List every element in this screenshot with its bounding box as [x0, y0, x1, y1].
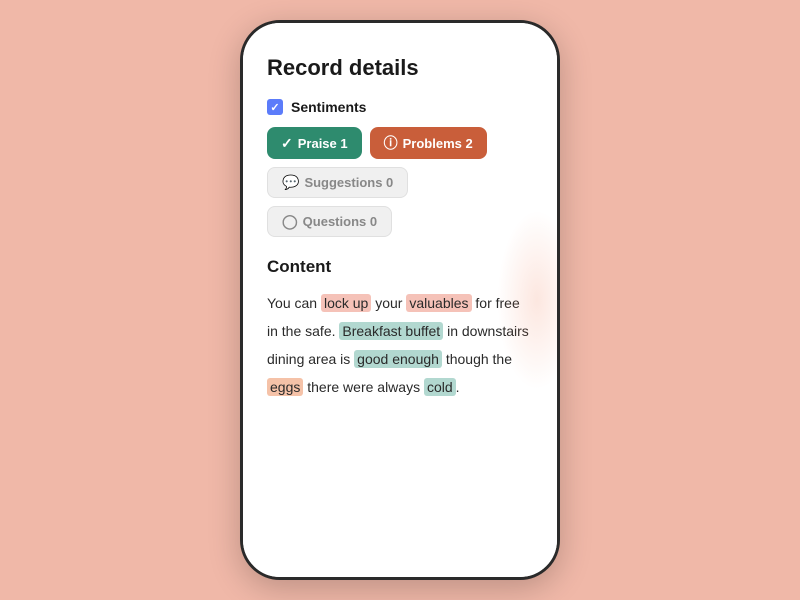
badge-praise[interactable]: ✓ Praise 1 — [267, 127, 362, 159]
suggestions-icon: 💬 — [282, 174, 299, 191]
highlight-lock-up: lock up — [321, 294, 371, 312]
text-plain-6: there were always — [303, 379, 424, 395]
highlight-valuables: valuables — [406, 294, 471, 312]
sentiments-label: Sentiments — [291, 99, 366, 115]
sentiments-label-row: Sentiments — [267, 99, 533, 115]
highlight-cold: cold — [424, 378, 456, 396]
text-plain-5: though the — [442, 351, 512, 367]
badges-row-primary: ✓ Praise 1 ⓘ Problems 2 — [267, 127, 533, 159]
content-section: Content You can lock up your valuables f… — [267, 257, 533, 401]
text-plain-2: your — [371, 295, 406, 311]
problems-icon: ⓘ — [384, 133, 398, 153]
page-title: Record details — [267, 55, 533, 81]
highlight-good-enough: good enough — [354, 350, 442, 368]
praise-label: Praise 1 — [298, 136, 348, 151]
text-plain-7: . — [456, 379, 460, 395]
badge-problems[interactable]: ⓘ Problems 2 — [370, 127, 487, 159]
questions-label: Questions 0 — [303, 214, 377, 229]
badge-questions[interactable]: ◯ Questions 0 — [267, 206, 392, 237]
praise-icon: ✓ — [281, 135, 293, 152]
sentiments-checkbox[interactable] — [267, 99, 283, 115]
badge-suggestions[interactable]: 💬 Suggestions 0 — [267, 167, 408, 198]
text-plain-1: You can — [267, 295, 321, 311]
badges-row-secondary: 💬 Suggestions 0 ◯ Questions 0 — [267, 167, 533, 237]
highlight-breakfast-buffet: Breakfast buffet — [339, 322, 443, 340]
phone-frame: Record details Sentiments ✓ Praise 1 ⓘ P… — [240, 20, 560, 580]
problems-label: Problems 2 — [403, 136, 473, 151]
sentiments-section: Sentiments ✓ Praise 1 ⓘ Problems 2 💬 Sug… — [267, 99, 533, 237]
content-title: Content — [267, 257, 533, 277]
highlight-eggs: eggs — [267, 378, 303, 396]
suggestions-label: Suggestions 0 — [304, 175, 393, 190]
phone-content: Record details Sentiments ✓ Praise 1 ⓘ P… — [243, 23, 557, 577]
questions-icon: ◯ — [282, 213, 298, 230]
content-body: You can lock up your valuables for free … — [267, 289, 533, 401]
